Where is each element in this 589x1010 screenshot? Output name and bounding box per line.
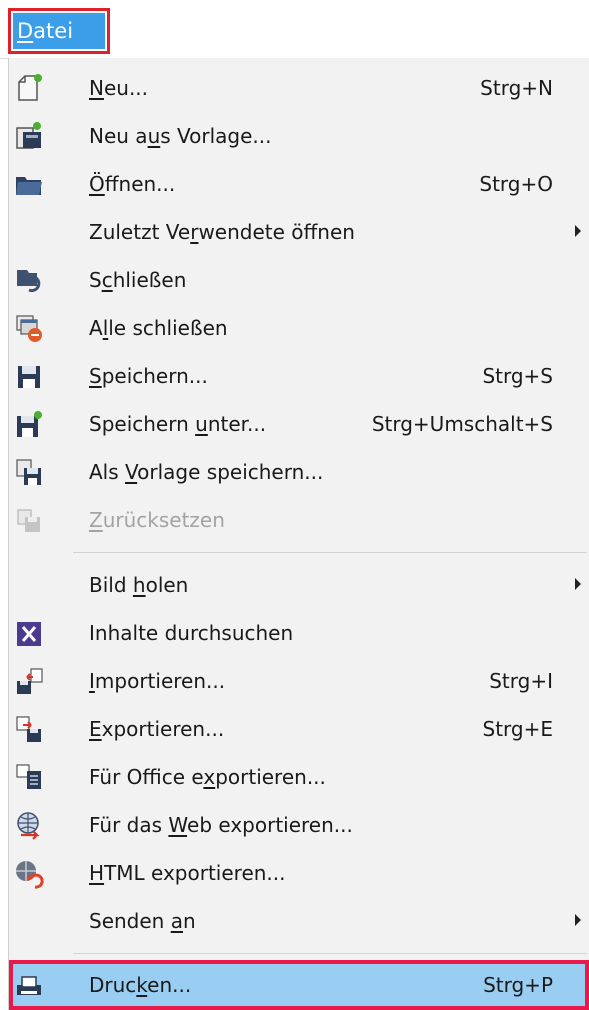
submenu-arrow-icon (575, 225, 581, 237)
menu-item-zuruecksetzen[interactable]: Zurücksetzen (9, 496, 589, 544)
menu-datei[interactable]: Datei (13, 13, 105, 49)
menu-item-shortcut: Strg+Umschalt+S (371, 412, 553, 436)
menu-item-fuer-web-exportieren[interactable]: Für das Web exportieren... (9, 801, 589, 849)
menu-item-senden-an[interactable]: Senden an (9, 897, 589, 945)
menu-item-inhalte-durchsuchen[interactable]: Inhalte durchsuchen (9, 609, 589, 657)
submenu-arrow-icon (575, 578, 581, 590)
open-folder-icon (16, 177, 42, 195)
export-icon (16, 716, 41, 742)
menu-item-html-exportieren[interactable]: HTML exportieren... (9, 849, 589, 897)
menu-item-shortcut: Strg+P (483, 973, 553, 997)
menu-item-label: Zurücksetzen (89, 508, 225, 532)
menu-item-drucken[interactable]: Drucken... Strg+P (9, 962, 589, 1008)
menu-item-shortcut: Strg+O (479, 172, 553, 196)
file-menu-dropdown: Neu... Strg+N Neu aus Vorlage... Öffnen.… (8, 58, 589, 1010)
menu-item-schliessen[interactable]: Schließen (9, 256, 589, 304)
close-document-icon (17, 270, 41, 293)
search-content-icon (17, 622, 41, 646)
menu-item-alle-schliessen[interactable]: Alle schließen (9, 304, 589, 352)
import-icon (17, 668, 43, 694)
menu-item-label: Speichern unter... (89, 412, 267, 436)
html-export-icon (16, 861, 44, 889)
menu-item-shortcut: Strg+I (489, 669, 553, 693)
menu-item-label: Bild holen (89, 573, 189, 597)
close-all-icon (16, 315, 42, 342)
menu-item-label: Neu aus Vorlage... (89, 124, 272, 148)
menu-datei-label-post: atei (33, 19, 74, 43)
menu-item-label: Alle schließen (89, 316, 228, 340)
menu-item-speichern-unter[interactable]: Speichern unter... Strg+Umschalt+S (9, 400, 589, 448)
menu-item-label: Inhalte durchsuchen (89, 621, 294, 645)
menu-item-bild-holen[interactable]: Bild holen (9, 561, 589, 609)
menu-item-shortcut: Strg+S (482, 364, 553, 388)
printer-icon (17, 976, 41, 995)
menu-item-label: Neu... (89, 76, 149, 100)
save-as-icon (17, 411, 42, 437)
revert-icon (17, 509, 40, 532)
new-document-icon (18, 74, 42, 101)
menu-bar: Datei (0, 0, 589, 59)
menu-item-label: Für das Web exportieren... (89, 813, 353, 837)
menu-item-label: Importieren... (89, 669, 226, 693)
export-office-icon (16, 764, 41, 789)
menu-item-label: Öffnen... (89, 172, 176, 196)
new-from-template-icon (16, 122, 41, 149)
menu-item-neu[interactable]: Neu... Strg+N (9, 64, 589, 112)
menu-item-label: Schließen (89, 268, 187, 292)
menu-item-shortcut: Strg+E (482, 717, 554, 741)
menu-item-exportieren[interactable]: Exportieren... Strg+E (9, 705, 589, 753)
menu-item-label: Senden an (89, 909, 196, 933)
menu-item-label: HTML exportieren... (89, 861, 286, 885)
menu-item-importieren[interactable]: Importieren... Strg+I (9, 657, 589, 705)
export-web-icon (17, 812, 40, 840)
menu-item-label: Exportieren... (89, 717, 225, 741)
menu-separator (73, 552, 587, 553)
save-icon (18, 366, 40, 388)
menu-item-label: Für Office exportieren... (89, 765, 326, 789)
menu-item-speichern[interactable]: Speichern... Strg+S (9, 352, 589, 400)
menu-item-shortcut: Strg+N (480, 76, 553, 100)
submenu-arrow-icon (575, 914, 581, 926)
menu-item-neu-aus-vorlage[interactable]: Neu aus Vorlage... (9, 112, 589, 160)
menu-item-label: Drucken... (89, 973, 192, 997)
menu-item-als-vorlage-speichern[interactable]: Als Vorlage speichern... (9, 448, 589, 496)
menu-item-label: Als Vorlage speichern... (89, 460, 324, 484)
menu-item-oeffnen[interactable]: Öffnen... Strg+O (9, 160, 589, 208)
save-as-template-icon (16, 459, 41, 485)
menu-item-label: Zuletzt Verwendete öffnen (89, 220, 355, 244)
menu-separator (73, 953, 587, 954)
menu-datei-label-accel: D (17, 19, 34, 43)
menu-item-zuletzt-verwendete[interactable]: Zuletzt Verwendete öffnen (9, 208, 589, 256)
menu-item-label: Speichern... (89, 364, 208, 388)
menu-item-fuer-office-exportieren[interactable]: Für Office exportieren... (9, 753, 589, 801)
